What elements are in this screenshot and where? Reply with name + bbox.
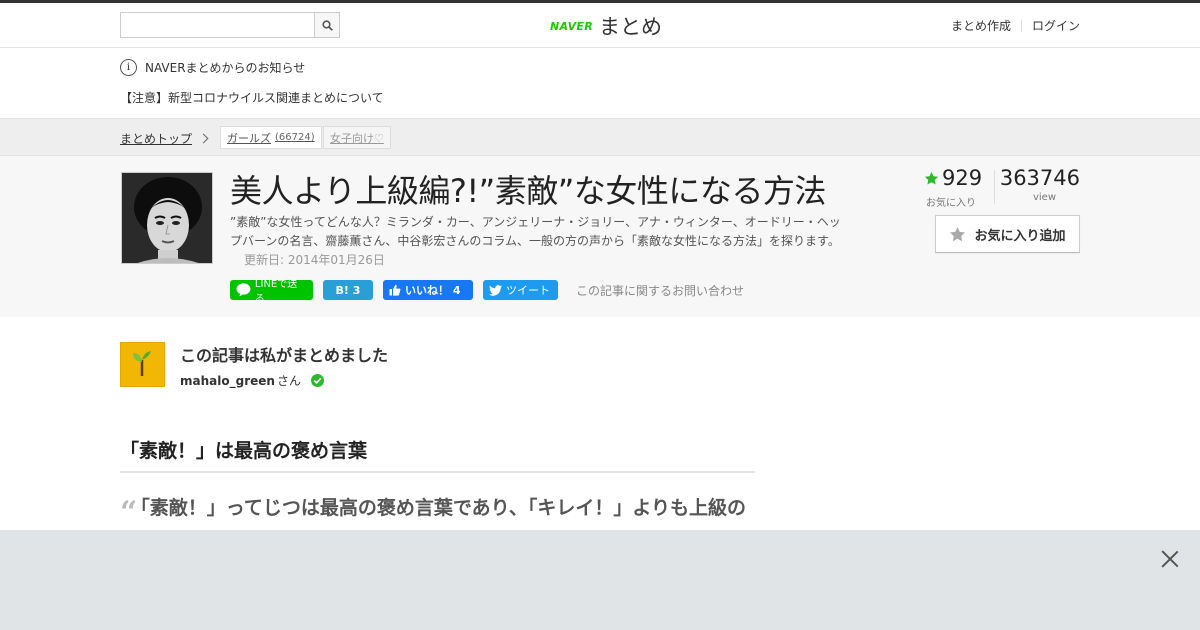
hatena-bookmark-button[interactable]: B! 3: [323, 280, 373, 300]
tag-label: 女子向け♡: [330, 131, 384, 145]
search-box: [120, 12, 340, 38]
notice-area: i NAVERまとめからのお知らせ 【注意】新型コロナウイルス関連まとめについて: [120, 56, 1080, 116]
article-title: 美人より上級編?!”素敵”な女性になる方法: [230, 172, 826, 210]
search-input[interactable]: [121, 13, 315, 37]
author-section: この記事は私がまとめました mahalo_green さん: [120, 342, 620, 392]
search-button[interactable]: [314, 13, 339, 37]
add-favorite-button[interactable]: お気に入り追加: [935, 215, 1080, 253]
site-header: NAVER まとめ まとめ作成 ログイン: [0, 3, 1200, 48]
close-icon[interactable]: [1160, 548, 1180, 568]
tag-count: (66724): [275, 132, 315, 143]
add-favorite-label: お気に入り追加: [974, 228, 1066, 244]
article-description: ”素敵”な女性ってどんな人？ミランダ・カー、アンジェリーナ・ジョリー、アナ・ウィ…: [230, 213, 842, 270]
star-outline-icon: [950, 226, 966, 241]
category-tag-joshi[interactable]: 女子向け♡: [323, 126, 391, 149]
view-count-value: 363746: [999, 166, 1080, 190]
breadcrumb-home-link[interactable]: まとめトップ: [120, 130, 209, 147]
category-tag-girls[interactable]: ガールズ (66724): [220, 126, 322, 149]
info-icon: i: [120, 58, 137, 76]
article-header: 美人より上級編?!”素敵”な女性になる方法 ”素敵”な女性ってどんな人？ミランダ…: [0, 156, 1200, 317]
star-icon: [924, 171, 939, 184]
favorite-count-value: 929: [942, 166, 983, 190]
tweet-button[interactable]: ツイート: [483, 280, 558, 300]
header-divider: [1020, 19, 1022, 32]
site-logo[interactable]: NAVER まとめ: [550, 11, 662, 41]
like-label: いいね！ 4: [405, 284, 461, 297]
description-text: ”素敵”な女性ってどんな人？ミランダ・カー、アンジェリーナ・ジョリー、アナ・ウィ…: [230, 215, 841, 248]
tweet-label: ツイート: [506, 284, 550, 297]
logo-brand: NAVER: [550, 19, 593, 33]
login-link[interactable]: ログイン: [1032, 17, 1080, 34]
search-icon: [321, 19, 333, 31]
favorite-count: 929: [924, 166, 982, 190]
logo-name: まとめ: [598, 15, 662, 39]
portrait-image: [122, 173, 212, 263]
chevron-right-icon: [198, 133, 209, 144]
section-heading: 「素敵！」は最高の褒め言葉: [120, 436, 755, 473]
author-heading: この記事は私がまとめました: [180, 346, 389, 365]
facebook-like-button[interactable]: いいね！ 4: [383, 280, 473, 300]
quote-mark-icon: “: [120, 495, 138, 530]
notice-link[interactable]: 【注意】新型コロナウイルス関連まとめについて: [120, 91, 384, 105]
bottom-ad-overlay: [0, 530, 1200, 630]
tag-label: ガールズ: [227, 131, 271, 145]
breadcrumb: まとめトップ ガールズ (66724) 女子向け♡: [0, 118, 1200, 156]
line-icon: [236, 283, 251, 297]
avatar-image: [121, 343, 164, 386]
view-count-label: view: [1032, 192, 1056, 203]
favorite-count-label: お気に入り: [926, 198, 976, 209]
author-avatar[interactable]: [120, 342, 165, 387]
twitter-bird-icon: [489, 284, 502, 296]
thumbs-up-icon: [389, 284, 401, 296]
notice-heading: NAVERまとめからのお知らせ: [145, 60, 306, 75]
header-links: まとめ作成 ログイン: [951, 17, 1080, 34]
create-matome-link[interactable]: まとめ作成: [951, 17, 1011, 34]
author-name-row[interactable]: mahalo_green さん: [180, 372, 324, 389]
updated-date: 更新日: 2014年01月26日: [244, 253, 385, 267]
author-name: mahalo_green: [180, 373, 275, 388]
verified-check-icon: [310, 374, 324, 387]
breadcrumb-home-label: まとめトップ: [120, 132, 193, 146]
author-suffix: さん: [276, 374, 301, 388]
article-inquiry-link[interactable]: この記事に関するお問い合わせ: [576, 282, 744, 299]
article-thumbnail[interactable]: [121, 172, 213, 264]
line-share-label: LINEで送る: [254, 279, 298, 305]
share-buttons: LINEで送る B! 3 いいね！ 4 ツイート この記事に関するお問い合わせ: [230, 279, 744, 305]
article-stats: 929 お気に入り 363746 view: [924, 166, 1080, 216]
line-share-button[interactable]: LINEで送る: [230, 279, 313, 305]
hatena-label: B! 3: [335, 283, 361, 297]
stats-divider: [994, 170, 995, 204]
